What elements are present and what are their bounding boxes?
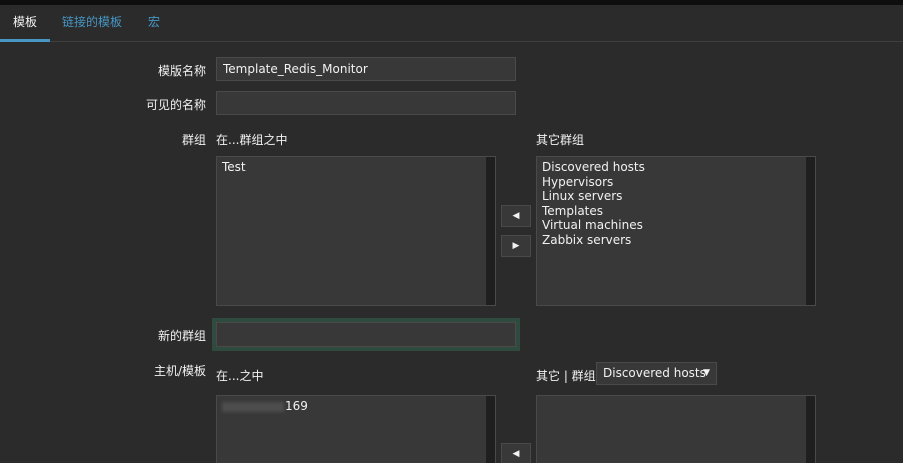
groups-label: 群组 [181, 133, 206, 147]
arrow-left-icon: ◀ [512, 449, 520, 459]
other-hosts-label: 其它 | 群组 [536, 369, 596, 383]
move-right-button[interactable]: ▶ [501, 235, 531, 257]
scrollbar[interactable] [486, 396, 495, 463]
new-group-input[interactable] [216, 322, 516, 347]
arrow-left-icon: ◀ [512, 211, 520, 221]
in-hosts-label: 在...之中 [216, 369, 264, 383]
scrollbar[interactable] [806, 396, 815, 463]
visible-name-label: 可见的名称 [145, 98, 206, 112]
tab-template[interactable]: 模板 [13, 5, 37, 42]
list-item[interactable]: 169 [222, 399, 495, 414]
template-name-label: 模版名称 [157, 64, 206, 78]
list-item[interactable]: Test [222, 160, 495, 175]
list-item[interactable]: Templates [542, 204, 815, 219]
in-groups-label: 在...群组之中 [216, 133, 288, 147]
other-groups-label: 其它群组 [536, 133, 585, 147]
scrollbar[interactable] [486, 157, 495, 305]
list-item[interactable]: Hypervisors [542, 175, 815, 190]
tab-linked-templates[interactable]: 链接的模板 [62, 5, 122, 42]
tab-macros[interactable]: 宏 [148, 5, 160, 42]
other-groups-list[interactable]: Discovered hosts Hypervisors Linux serve… [536, 156, 816, 306]
template-name-input[interactable] [216, 57, 516, 81]
active-tab-indicator [0, 39, 50, 42]
select-value: Discovered hosts [603, 366, 706, 380]
move-left-button[interactable]: ◀ [501, 205, 531, 227]
in-hosts-list[interactable]: 169 [216, 395, 496, 463]
other-hosts-list[interactable] [536, 395, 816, 463]
redacted-text [222, 401, 284, 412]
scrollbar[interactable] [806, 157, 815, 305]
visible-name-input[interactable] [216, 91, 516, 115]
arrow-right-icon: ▶ [512, 241, 520, 251]
list-item[interactable]: Discovered hosts [542, 160, 815, 175]
move-host-left-button[interactable]: ◀ [501, 443, 531, 463]
other-hosts-group-select[interactable]: Discovered hosts ▼ [596, 362, 717, 385]
host-ip-suffix: 169 [285, 399, 308, 413]
list-item[interactable]: Zabbix servers [542, 233, 815, 248]
new-group-label: 新的群组 [157, 329, 206, 343]
list-item[interactable]: Linux servers [542, 189, 815, 204]
chevron-down-icon: ▼ [703, 368, 710, 378]
hosts-templates-label: 主机/模板 [153, 364, 206, 378]
list-item[interactable]: Virtual machines [542, 218, 815, 233]
tab-bar: 模板 链接的模板 宏 [0, 5, 903, 42]
in-groups-list[interactable]: Test [216, 156, 496, 306]
